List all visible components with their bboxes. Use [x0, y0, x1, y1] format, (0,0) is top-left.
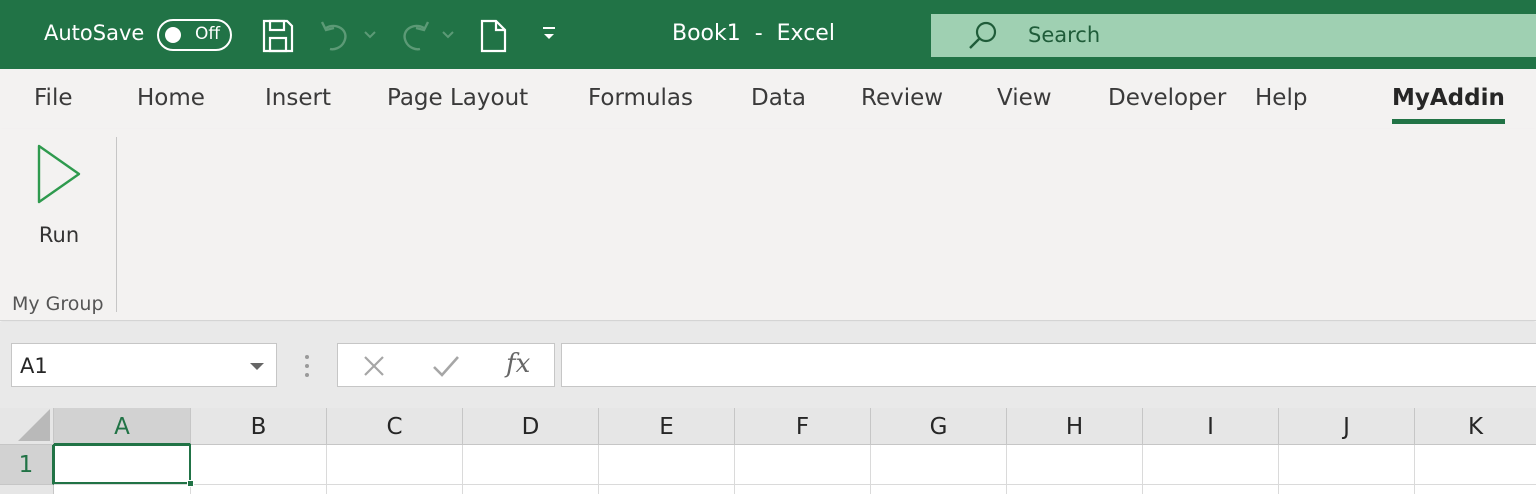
gridline: [734, 445, 735, 494]
gridline: [1142, 445, 1143, 494]
autosave-toggle[interactable]: Off: [157, 19, 232, 51]
tab-page-layout[interactable]: Page Layout: [387, 85, 528, 111]
enter-check-icon[interactable]: [432, 354, 460, 378]
ribbon-panel: Run My Group: [0, 129, 1536, 321]
name-box-dropdown-icon[interactable]: [250, 363, 264, 370]
name-box[interactable]: A1: [11, 343, 277, 387]
column-header[interactable]: F: [735, 408, 871, 445]
column-header[interactable]: H: [1007, 408, 1143, 445]
active-tab-indicator: [1392, 119, 1505, 124]
toggle-knob: [165, 27, 181, 43]
undo-dropdown-chevron-icon[interactable]: [363, 30, 377, 40]
column-header[interactable]: A: [54, 408, 191, 445]
new-document-icon[interactable]: [477, 18, 511, 54]
tab-insert[interactable]: Insert: [265, 85, 331, 111]
column-header[interactable]: C: [327, 408, 463, 445]
spreadsheet-grid: A B C D E F G H I J K 1 2: [0, 408, 1536, 494]
autosave-label: AutoSave: [44, 21, 145, 45]
tab-file[interactable]: File: [34, 85, 73, 111]
search-placeholder: Search: [1028, 23, 1101, 47]
undo-icon[interactable]: [318, 18, 352, 54]
gridline: [1006, 445, 1007, 494]
tab-formulas[interactable]: Formulas: [588, 85, 693, 111]
gridline: [462, 445, 463, 494]
title-bar: AutoSave Off Book1 - Excel Search: [0, 0, 1536, 69]
name-box-value: A1: [20, 354, 48, 378]
insert-function-button[interactable]: fx: [506, 349, 530, 379]
fill-handle[interactable]: [187, 480, 194, 487]
document-title: Book1 - Excel: [672, 21, 835, 46]
cancel-icon[interactable]: [362, 354, 386, 378]
tab-home[interactable]: Home: [137, 85, 205, 111]
tab-help[interactable]: Help: [1255, 85, 1307, 111]
run-button[interactable]: Run: [24, 139, 94, 249]
resize-handle-icon[interactable]: [300, 352, 314, 380]
group-label: My Group: [12, 293, 104, 315]
search-icon: [969, 21, 997, 49]
column-header[interactable]: E: [599, 408, 735, 445]
search-box[interactable]: Search: [931, 14, 1536, 57]
save-icon[interactable]: [261, 18, 295, 54]
tab-review[interactable]: Review: [861, 85, 943, 111]
redo-icon[interactable]: [398, 18, 432, 54]
column-header[interactable]: D: [463, 408, 599, 445]
formula-bar: A1 fx: [0, 322, 1536, 408]
gridline: [1278, 445, 1279, 494]
column-header[interactable]: J: [1279, 408, 1415, 445]
tab-myaddin[interactable]: MyAddin: [1392, 85, 1505, 111]
selected-cell-a1[interactable]: [53, 444, 194, 487]
column-header[interactable]: K: [1415, 408, 1536, 445]
column-header[interactable]: I: [1143, 408, 1279, 445]
ribbon-tabs: File Home Insert Page Layout Formulas Da…: [0, 69, 1536, 129]
gridline: [326, 445, 327, 494]
row-header[interactable]: 1: [0, 445, 54, 485]
column-header[interactable]: G: [871, 408, 1007, 445]
select-all-triangle-icon: [18, 409, 50, 441]
column-header[interactable]: B: [191, 408, 327, 445]
formula-buttons: fx: [337, 343, 555, 387]
row-header[interactable]: 2: [0, 485, 54, 494]
tab-developer[interactable]: Developer: [1108, 85, 1226, 111]
gridline: [598, 445, 599, 494]
group-separator: [116, 137, 117, 312]
play-icon: [37, 144, 81, 204]
gridline: [54, 484, 1536, 485]
tab-data[interactable]: Data: [751, 85, 806, 111]
gridline: [870, 445, 871, 494]
autosave-state: Off: [195, 24, 221, 44]
formula-input[interactable]: [561, 343, 1536, 387]
redo-dropdown-chevron-icon[interactable]: [441, 30, 455, 40]
gridline: [1414, 445, 1415, 494]
tab-view[interactable]: View: [997, 85, 1052, 111]
select-all-button[interactable]: [0, 408, 54, 445]
customize-toolbar-icon[interactable]: [541, 26, 557, 44]
run-button-label: Run: [38, 223, 80, 247]
